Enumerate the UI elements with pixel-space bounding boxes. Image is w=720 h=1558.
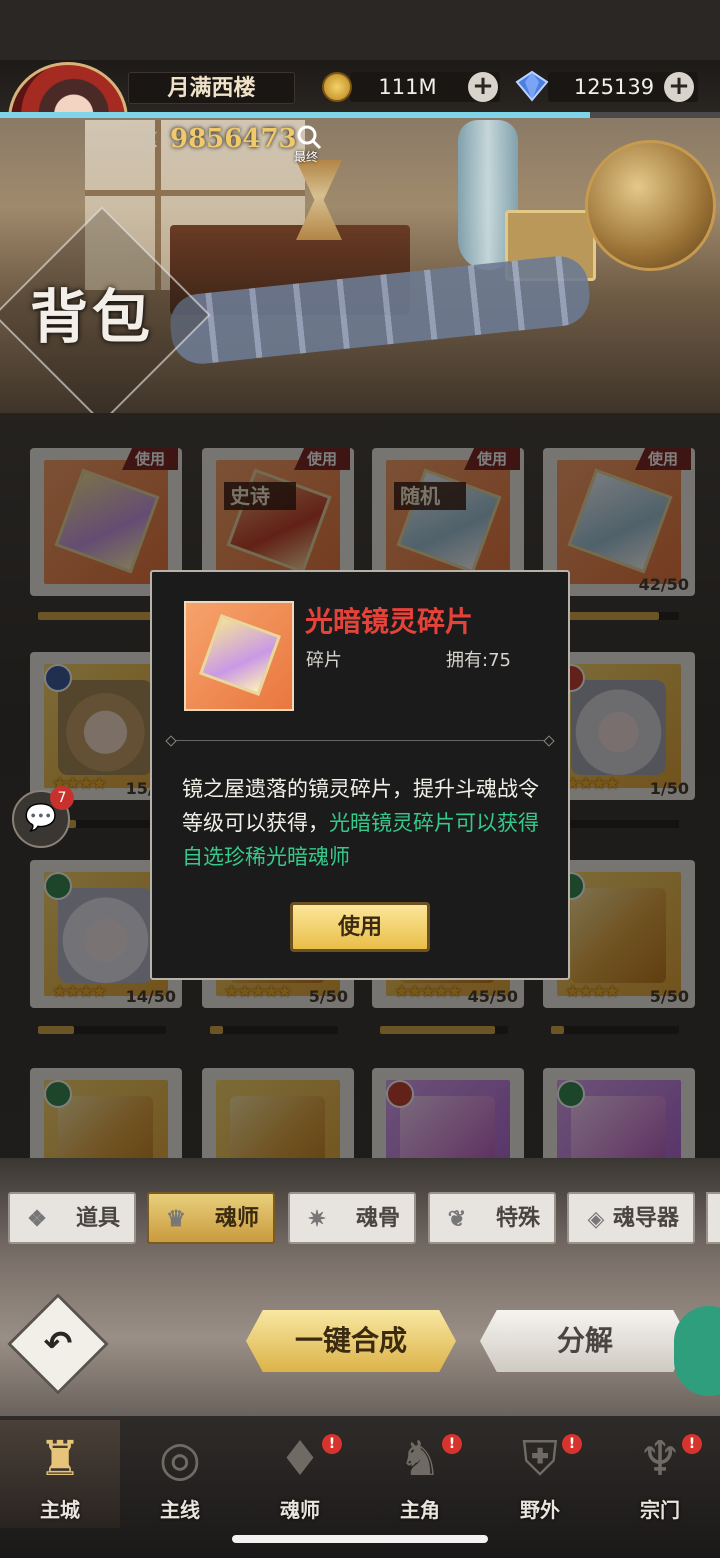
tab-label: 魂师 — [214, 1205, 259, 1231]
nav-field[interactable]: ⛨ 野外! — [480, 1420, 600, 1528]
item-title: 光暗镜灵碎片 — [305, 605, 474, 638]
chat-icon: 💬 — [24, 803, 58, 833]
nav-sect[interactable]: ♆ 宗门! — [600, 1420, 720, 1528]
tab-label: 道具 — [75, 1205, 120, 1231]
tab-special[interactable]: ❦ 特殊 — [428, 1192, 556, 1244]
add-gems-button[interactable]: + — [664, 72, 694, 102]
nav-label: 主角 — [400, 1498, 440, 1522]
tab-label: 魂导器 — [612, 1205, 679, 1231]
alert-badge: ! — [682, 1434, 702, 1454]
gem-value: 125139 — [573, 75, 655, 99]
tab-soul-device[interactable]: ◈ 魂导器 — [567, 1192, 695, 1244]
tab-soul-master[interactable]: ♛ 魂师 — [147, 1192, 275, 1244]
soul-master-icon: ♛ — [166, 1206, 186, 1232]
item-icon: ❖ — [27, 1206, 47, 1232]
coin-value: 111M — [378, 75, 437, 99]
nav-label: 主线 — [160, 1498, 200, 1522]
combat-power: 9856473 — [170, 124, 297, 154]
tab-label: 特殊 — [495, 1205, 540, 1231]
decompose-button[interactable]: 分解 — [480, 1310, 690, 1372]
tab-label: 魂骨 — [355, 1205, 400, 1231]
use-button[interactable]: 使用 — [290, 902, 430, 952]
nav-main-line[interactable]: ◎ 主线 — [120, 1420, 240, 1528]
soul-master-icon: ♦ — [278, 1431, 322, 1487]
tab-overflow-edge[interactable] — [706, 1192, 720, 1244]
diamond-icon — [515, 70, 549, 102]
soul-device-icon: ◈ — [587, 1206, 605, 1232]
special-icon: ❦ — [447, 1206, 467, 1232]
popup-divider — [170, 740, 550, 741]
alert-badge: ! — [442, 1434, 462, 1454]
alert-badge: ! — [562, 1434, 582, 1454]
nav-hero[interactable]: ♞ 主角! — [360, 1420, 480, 1528]
player-name: 月满西楼 — [128, 72, 295, 104]
castle-icon: ♜ — [38, 1431, 82, 1487]
back-arrow-icon: ↶ — [43, 1324, 73, 1364]
field-icon: ⛨ — [521, 1431, 558, 1487]
add-coins-button[interactable]: + — [468, 72, 498, 102]
home-indicator — [232, 1535, 488, 1543]
power-tag: 最终 — [294, 150, 319, 164]
main-line-icon: ◎ — [159, 1431, 201, 1487]
merge-all-button[interactable]: 一键合成 — [246, 1310, 456, 1372]
tab-soul-bone[interactable]: ✷ 魂骨 — [288, 1192, 416, 1244]
page-title: 背包 — [30, 283, 155, 351]
nav-label: 魂师 — [280, 1498, 320, 1522]
nav-label: 野外 — [520, 1498, 560, 1522]
soul-bone-icon: ✷ — [307, 1206, 327, 1232]
item-owned-count: 拥有:75 — [446, 650, 511, 671]
nav-label: 主城 — [40, 1498, 80, 1522]
sect-icon: ♆ — [638, 1431, 682, 1487]
coin-icon — [322, 72, 352, 102]
nav-soul-master[interactable]: ♦ 魂师! — [240, 1420, 360, 1528]
item-type: 碎片 — [306, 650, 342, 671]
search-icon[interactable] — [296, 124, 322, 150]
item-icon — [184, 601, 294, 711]
item-description: 镜之屋遗落的镜灵碎片，提升斗魂战令等级可以获得，光暗镜灵碎片可以获得自选珍稀光暗… — [182, 772, 552, 874]
nav-label: 宗门 — [640, 1498, 680, 1522]
nav-castle[interactable]: ♜ 主城 — [0, 1420, 120, 1528]
alert-badge: ! — [322, 1434, 342, 1454]
banner-globe-art — [585, 140, 716, 271]
hero-icon: ♞ — [398, 1431, 442, 1487]
floating-tool-button[interactable] — [674, 1306, 720, 1396]
tab-item[interactable]: ❖ 道具 — [8, 1192, 136, 1244]
crossed-swords-icon: ⚔ — [140, 128, 160, 153]
chat-badge: 7 — [50, 786, 74, 810]
